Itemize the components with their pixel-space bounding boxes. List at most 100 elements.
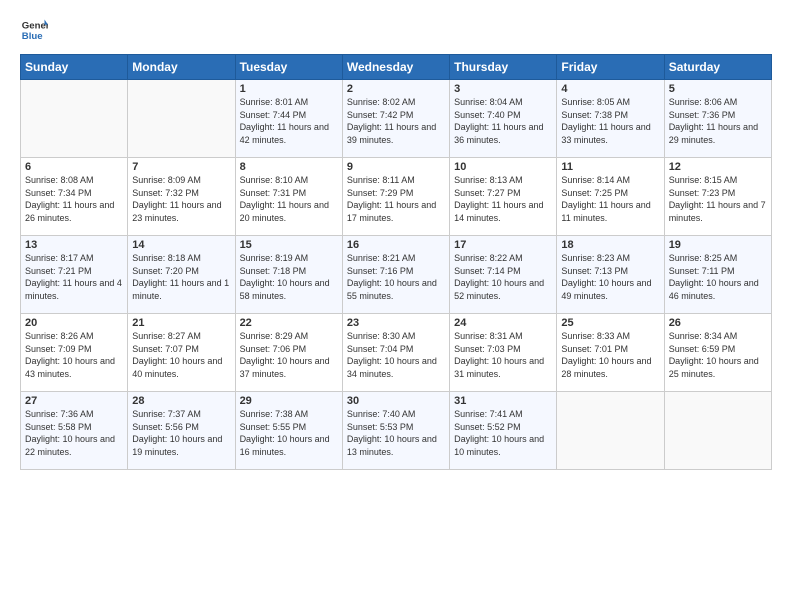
day-number: 2 xyxy=(347,83,445,95)
day-number: 1 xyxy=(240,83,338,95)
calendar-row: 27Sunrise: 7:36 AM Sunset: 5:58 PM Dayli… xyxy=(21,392,772,470)
calendar-cell: 30Sunrise: 7:40 AM Sunset: 5:53 PM Dayli… xyxy=(342,392,449,470)
calendar-cell: 12Sunrise: 8:15 AM Sunset: 7:23 PM Dayli… xyxy=(664,158,771,236)
header-row: SundayMondayTuesdayWednesdayThursdayFrid… xyxy=(21,55,772,80)
day-info: Sunrise: 8:29 AM Sunset: 7:06 PM Dayligh… xyxy=(240,330,338,380)
calendar-cell: 14Sunrise: 8:18 AM Sunset: 7:20 PM Dayli… xyxy=(128,236,235,314)
calendar-cell: 5Sunrise: 8:06 AM Sunset: 7:36 PM Daylig… xyxy=(664,80,771,158)
calendar-cell: 6Sunrise: 8:08 AM Sunset: 7:34 PM Daylig… xyxy=(21,158,128,236)
svg-text:General: General xyxy=(22,20,48,31)
calendar-cell xyxy=(664,392,771,470)
calendar-cell: 4Sunrise: 8:05 AM Sunset: 7:38 PM Daylig… xyxy=(557,80,664,158)
logo-icon: General Blue xyxy=(20,16,48,44)
calendar-table: SundayMondayTuesdayWednesdayThursdayFrid… xyxy=(20,54,772,470)
day-info: Sunrise: 7:40 AM Sunset: 5:53 PM Dayligh… xyxy=(347,408,445,458)
day-number: 19 xyxy=(669,239,767,251)
calendar-cell: 17Sunrise: 8:22 AM Sunset: 7:14 PM Dayli… xyxy=(450,236,557,314)
day-info: Sunrise: 7:36 AM Sunset: 5:58 PM Dayligh… xyxy=(25,408,123,458)
calendar-cell: 1Sunrise: 8:01 AM Sunset: 7:44 PM Daylig… xyxy=(235,80,342,158)
day-info: Sunrise: 8:09 AM Sunset: 7:32 PM Dayligh… xyxy=(132,174,230,224)
day-number: 24 xyxy=(454,317,552,329)
day-of-week-header: Friday xyxy=(557,55,664,80)
day-of-week-header: Thursday xyxy=(450,55,557,80)
svg-text:Blue: Blue xyxy=(22,31,43,42)
day-number: 26 xyxy=(669,317,767,329)
day-info: Sunrise: 8:34 AM Sunset: 6:59 PM Dayligh… xyxy=(669,330,767,380)
day-info: Sunrise: 8:14 AM Sunset: 7:25 PM Dayligh… xyxy=(561,174,659,224)
calendar-cell: 9Sunrise: 8:11 AM Sunset: 7:29 PM Daylig… xyxy=(342,158,449,236)
calendar-cell: 22Sunrise: 8:29 AM Sunset: 7:06 PM Dayli… xyxy=(235,314,342,392)
day-info: Sunrise: 8:21 AM Sunset: 7:16 PM Dayligh… xyxy=(347,252,445,302)
day-of-week-header: Monday xyxy=(128,55,235,80)
day-info: Sunrise: 8:22 AM Sunset: 7:14 PM Dayligh… xyxy=(454,252,552,302)
day-number: 27 xyxy=(25,395,123,407)
day-number: 9 xyxy=(347,161,445,173)
calendar-cell: 23Sunrise: 8:30 AM Sunset: 7:04 PM Dayli… xyxy=(342,314,449,392)
day-number: 25 xyxy=(561,317,659,329)
calendar-cell: 10Sunrise: 8:13 AM Sunset: 7:27 PM Dayli… xyxy=(450,158,557,236)
calendar-cell: 7Sunrise: 8:09 AM Sunset: 7:32 PM Daylig… xyxy=(128,158,235,236)
day-info: Sunrise: 8:15 AM Sunset: 7:23 PM Dayligh… xyxy=(669,174,767,224)
calendar-cell: 28Sunrise: 7:37 AM Sunset: 5:56 PM Dayli… xyxy=(128,392,235,470)
day-info: Sunrise: 8:13 AM Sunset: 7:27 PM Dayligh… xyxy=(454,174,552,224)
day-number: 16 xyxy=(347,239,445,251)
day-number: 23 xyxy=(347,317,445,329)
calendar-cell: 19Sunrise: 8:25 AM Sunset: 7:11 PM Dayli… xyxy=(664,236,771,314)
calendar-row: 20Sunrise: 8:26 AM Sunset: 7:09 PM Dayli… xyxy=(21,314,772,392)
day-of-week-header: Tuesday xyxy=(235,55,342,80)
day-number: 13 xyxy=(25,239,123,251)
day-info: Sunrise: 8:25 AM Sunset: 7:11 PM Dayligh… xyxy=(669,252,767,302)
calendar-cell: 3Sunrise: 8:04 AM Sunset: 7:40 PM Daylig… xyxy=(450,80,557,158)
day-info: Sunrise: 8:11 AM Sunset: 7:29 PM Dayligh… xyxy=(347,174,445,224)
calendar-row: 1Sunrise: 8:01 AM Sunset: 7:44 PM Daylig… xyxy=(21,80,772,158)
calendar-cell: 24Sunrise: 8:31 AM Sunset: 7:03 PM Dayli… xyxy=(450,314,557,392)
day-number: 15 xyxy=(240,239,338,251)
calendar-row: 6Sunrise: 8:08 AM Sunset: 7:34 PM Daylig… xyxy=(21,158,772,236)
day-of-week-header: Wednesday xyxy=(342,55,449,80)
calendar-cell: 15Sunrise: 8:19 AM Sunset: 7:18 PM Dayli… xyxy=(235,236,342,314)
day-of-week-header: Sunday xyxy=(21,55,128,80)
day-info: Sunrise: 8:01 AM Sunset: 7:44 PM Dayligh… xyxy=(240,96,338,146)
page: General Blue SundayMondayTuesdayWednesda… xyxy=(0,0,792,612)
calendar-cell: 21Sunrise: 8:27 AM Sunset: 7:07 PM Dayli… xyxy=(128,314,235,392)
day-number: 29 xyxy=(240,395,338,407)
calendar-cell: 20Sunrise: 8:26 AM Sunset: 7:09 PM Dayli… xyxy=(21,314,128,392)
calendar-cell xyxy=(21,80,128,158)
day-info: Sunrise: 8:30 AM Sunset: 7:04 PM Dayligh… xyxy=(347,330,445,380)
day-number: 11 xyxy=(561,161,659,173)
calendar-cell: 29Sunrise: 7:38 AM Sunset: 5:55 PM Dayli… xyxy=(235,392,342,470)
day-info: Sunrise: 8:23 AM Sunset: 7:13 PM Dayligh… xyxy=(561,252,659,302)
calendar-row: 13Sunrise: 8:17 AM Sunset: 7:21 PM Dayli… xyxy=(21,236,772,314)
day-number: 20 xyxy=(25,317,123,329)
day-info: Sunrise: 8:33 AM Sunset: 7:01 PM Dayligh… xyxy=(561,330,659,380)
day-info: Sunrise: 8:18 AM Sunset: 7:20 PM Dayligh… xyxy=(132,252,230,302)
day-number: 6 xyxy=(25,161,123,173)
day-number: 10 xyxy=(454,161,552,173)
logo: General Blue xyxy=(20,16,48,44)
day-number: 4 xyxy=(561,83,659,95)
day-number: 18 xyxy=(561,239,659,251)
calendar-cell: 27Sunrise: 7:36 AM Sunset: 5:58 PM Dayli… xyxy=(21,392,128,470)
day-info: Sunrise: 8:08 AM Sunset: 7:34 PM Dayligh… xyxy=(25,174,123,224)
day-info: Sunrise: 8:17 AM Sunset: 7:21 PM Dayligh… xyxy=(25,252,123,302)
day-number: 28 xyxy=(132,395,230,407)
day-info: Sunrise: 8:05 AM Sunset: 7:38 PM Dayligh… xyxy=(561,96,659,146)
day-number: 3 xyxy=(454,83,552,95)
day-number: 30 xyxy=(347,395,445,407)
day-number: 8 xyxy=(240,161,338,173)
calendar-cell: 26Sunrise: 8:34 AM Sunset: 6:59 PM Dayli… xyxy=(664,314,771,392)
header: General Blue xyxy=(20,16,772,44)
calendar-cell: 16Sunrise: 8:21 AM Sunset: 7:16 PM Dayli… xyxy=(342,236,449,314)
day-number: 7 xyxy=(132,161,230,173)
day-info: Sunrise: 8:02 AM Sunset: 7:42 PM Dayligh… xyxy=(347,96,445,146)
day-info: Sunrise: 8:04 AM Sunset: 7:40 PM Dayligh… xyxy=(454,96,552,146)
day-number: 31 xyxy=(454,395,552,407)
day-info: Sunrise: 8:31 AM Sunset: 7:03 PM Dayligh… xyxy=(454,330,552,380)
day-number: 21 xyxy=(132,317,230,329)
calendar-cell: 13Sunrise: 8:17 AM Sunset: 7:21 PM Dayli… xyxy=(21,236,128,314)
day-info: Sunrise: 8:06 AM Sunset: 7:36 PM Dayligh… xyxy=(669,96,767,146)
day-number: 5 xyxy=(669,83,767,95)
calendar-cell xyxy=(128,80,235,158)
day-info: Sunrise: 7:41 AM Sunset: 5:52 PM Dayligh… xyxy=(454,408,552,458)
calendar-cell: 18Sunrise: 8:23 AM Sunset: 7:13 PM Dayli… xyxy=(557,236,664,314)
